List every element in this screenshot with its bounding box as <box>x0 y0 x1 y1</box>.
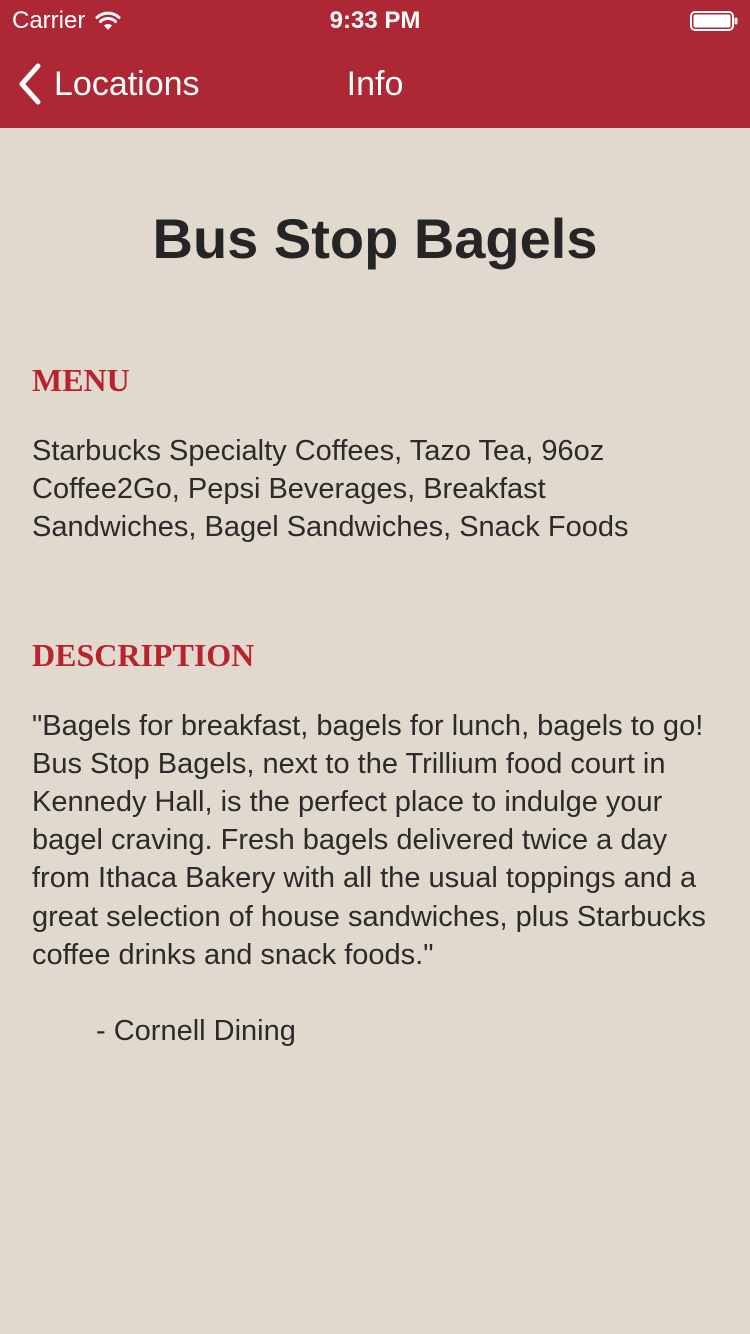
battery-icon <box>690 11 738 31</box>
description-text: "Bagels for breakfast, bagels for lunch,… <box>32 709 706 971</box>
menu-heading: MENU <box>32 362 130 398</box>
description-attribution: - Cornell Dining <box>96 1015 296 1048</box>
nav-title: Info <box>346 65 404 103</box>
info-content: Bus Stop Bagels MENU Starbucks Specialty… <box>0 128 750 1050</box>
place-title: Bus Stop Bagels <box>152 207 598 270</box>
description-heading: DESCRIPTION <box>32 636 255 673</box>
status-bar: Carrier 9:33 PM <box>0 0 750 40</box>
header: Carrier 9:33 PM Locations Info <box>0 0 750 128</box>
navigation-bar: Locations Info <box>0 40 750 128</box>
menu-text: Starbucks Specialty Coffees, Tazo Tea, 9… <box>32 435 629 544</box>
status-time: 9:33 PM <box>329 7 421 34</box>
